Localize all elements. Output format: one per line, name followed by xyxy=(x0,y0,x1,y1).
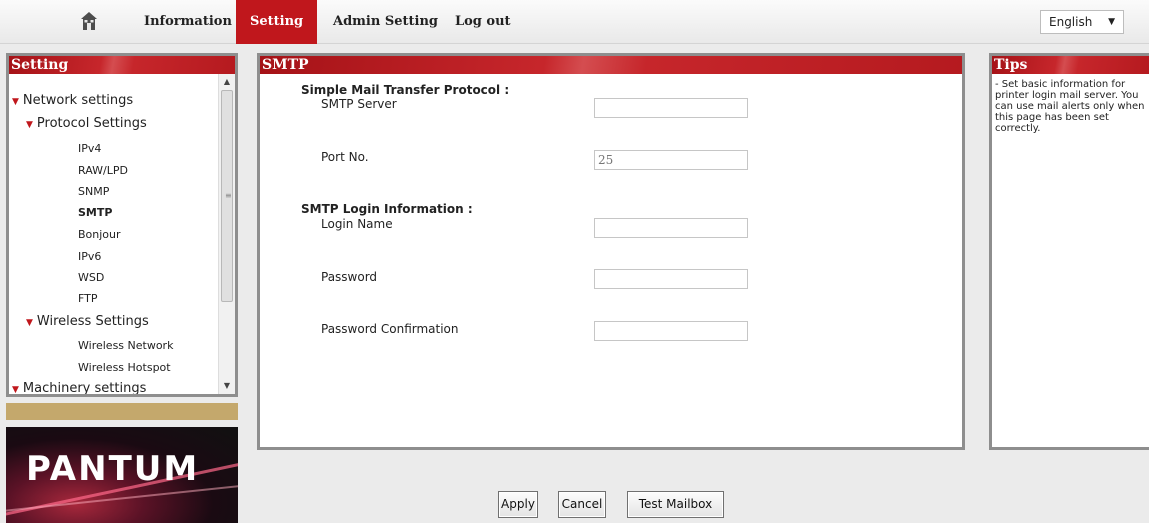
tree-item-wireless-network[interactable]: Wireless Network xyxy=(78,339,173,352)
tree-item-protocol-settings[interactable]: ▼ Protocol Settings xyxy=(26,116,147,131)
port-input[interactable] xyxy=(594,150,748,170)
tree-item-ftp[interactable]: FTP xyxy=(78,292,98,305)
section-heading-smtp: Simple Mail Transfer Protocol : xyxy=(301,83,510,97)
password-label: Password xyxy=(321,270,378,284)
login-name-label: Login Name xyxy=(321,217,393,231)
tree-item-network-settings[interactable]: ▼ Network settings xyxy=(12,93,133,108)
tree-item-ipv4[interactable]: IPv4 xyxy=(78,142,101,155)
tree-item-ipv6[interactable]: IPv6 xyxy=(78,250,101,263)
nav-setting[interactable]: Setting xyxy=(236,0,318,44)
nav-admin-setting[interactable]: Admin Setting xyxy=(333,0,438,44)
tree-item-wireless-hotspot[interactable]: Wireless Hotspot xyxy=(78,361,171,374)
scroll-down-arrow-icon[interactable]: ▼ xyxy=(219,378,235,394)
password-confirm-label: Password Confirmation xyxy=(321,322,459,336)
tree-item-wireless-settings[interactable]: ▼ Wireless Settings xyxy=(26,314,149,329)
expanded-triangle-icon: ▼ xyxy=(12,97,19,107)
tree-item-label: Protocol Settings xyxy=(36,116,147,131)
home-icon[interactable] xyxy=(80,11,98,31)
tree-item-smtp[interactable]: SMTP xyxy=(78,206,112,219)
gold-divider xyxy=(6,403,238,420)
apply-button[interactable]: Apply xyxy=(498,491,538,518)
expanded-triangle-icon: ▼ xyxy=(12,385,19,394)
tree-item-raw-lpd[interactable]: RAW/LPD xyxy=(78,164,128,177)
expanded-triangle-icon: ▼ xyxy=(26,318,33,328)
tips-panel: Tips - Set basic information for printer… xyxy=(989,53,1149,450)
tree-item-snmp[interactable]: SNMP xyxy=(78,185,109,198)
grip-icon: ≡ xyxy=(225,191,232,200)
section-heading-login: SMTP Login Information : xyxy=(301,202,473,216)
chevron-down-icon: ▼ xyxy=(1108,17,1115,27)
smtp-panel: SMTP Simple Mail Transfer Protocol : SMT… xyxy=(257,53,965,450)
top-nav-bar: Information Setting Admin Setting Log ou… xyxy=(0,0,1149,44)
tree-item-wsd[interactable]: WSD xyxy=(78,271,104,284)
settings-sidebar: Setting ▼ Network settings ▼ Protocol Sett… xyxy=(6,53,238,397)
tree-item-label: Network settings xyxy=(22,93,134,108)
panel-title: SMTP xyxy=(260,56,962,74)
password-confirm-input[interactable] xyxy=(594,321,748,341)
password-input[interactable] xyxy=(594,269,748,289)
cancel-button[interactable]: Cancel xyxy=(558,491,606,518)
smtp-server-input[interactable] xyxy=(594,98,748,118)
nav-log-out[interactable]: Log out xyxy=(455,0,511,44)
sidebar-scrollbar[interactable]: ▲ ≡ ▼ xyxy=(218,74,235,394)
language-select[interactable]: English ▼ xyxy=(1040,10,1124,34)
pantum-logo: PANTUM xyxy=(6,427,238,523)
logo-wordmark: PANTUM xyxy=(26,449,200,489)
settings-tree: ▼ Network settings ▼ Protocol Settings IPv… xyxy=(9,74,221,394)
scrollbar-thumb[interactable]: ≡ xyxy=(221,90,233,302)
tips-text: - Set basic information for printer logi… xyxy=(995,79,1145,134)
tips-title: Tips xyxy=(992,56,1149,74)
language-value: English xyxy=(1049,15,1093,29)
nav-information[interactable]: Information xyxy=(144,0,232,44)
tree-item-label: Machinery settings xyxy=(22,381,147,394)
tree-item-machinery-settings[interactable]: ▼ Machinery settings xyxy=(12,381,146,394)
tree-item-bonjour[interactable]: Bonjour xyxy=(78,228,121,241)
scroll-up-arrow-icon[interactable]: ▲ xyxy=(219,74,235,90)
expanded-triangle-icon: ▼ xyxy=(26,120,33,130)
tree-item-label: Wireless Settings xyxy=(36,314,149,329)
smtp-server-label: SMTP Server xyxy=(321,97,397,111)
port-label: Port No. xyxy=(321,150,369,164)
test-mailbox-button[interactable]: Test Mailbox xyxy=(627,491,724,518)
sidebar-title: Setting xyxy=(9,56,235,74)
login-name-input[interactable] xyxy=(594,218,748,238)
